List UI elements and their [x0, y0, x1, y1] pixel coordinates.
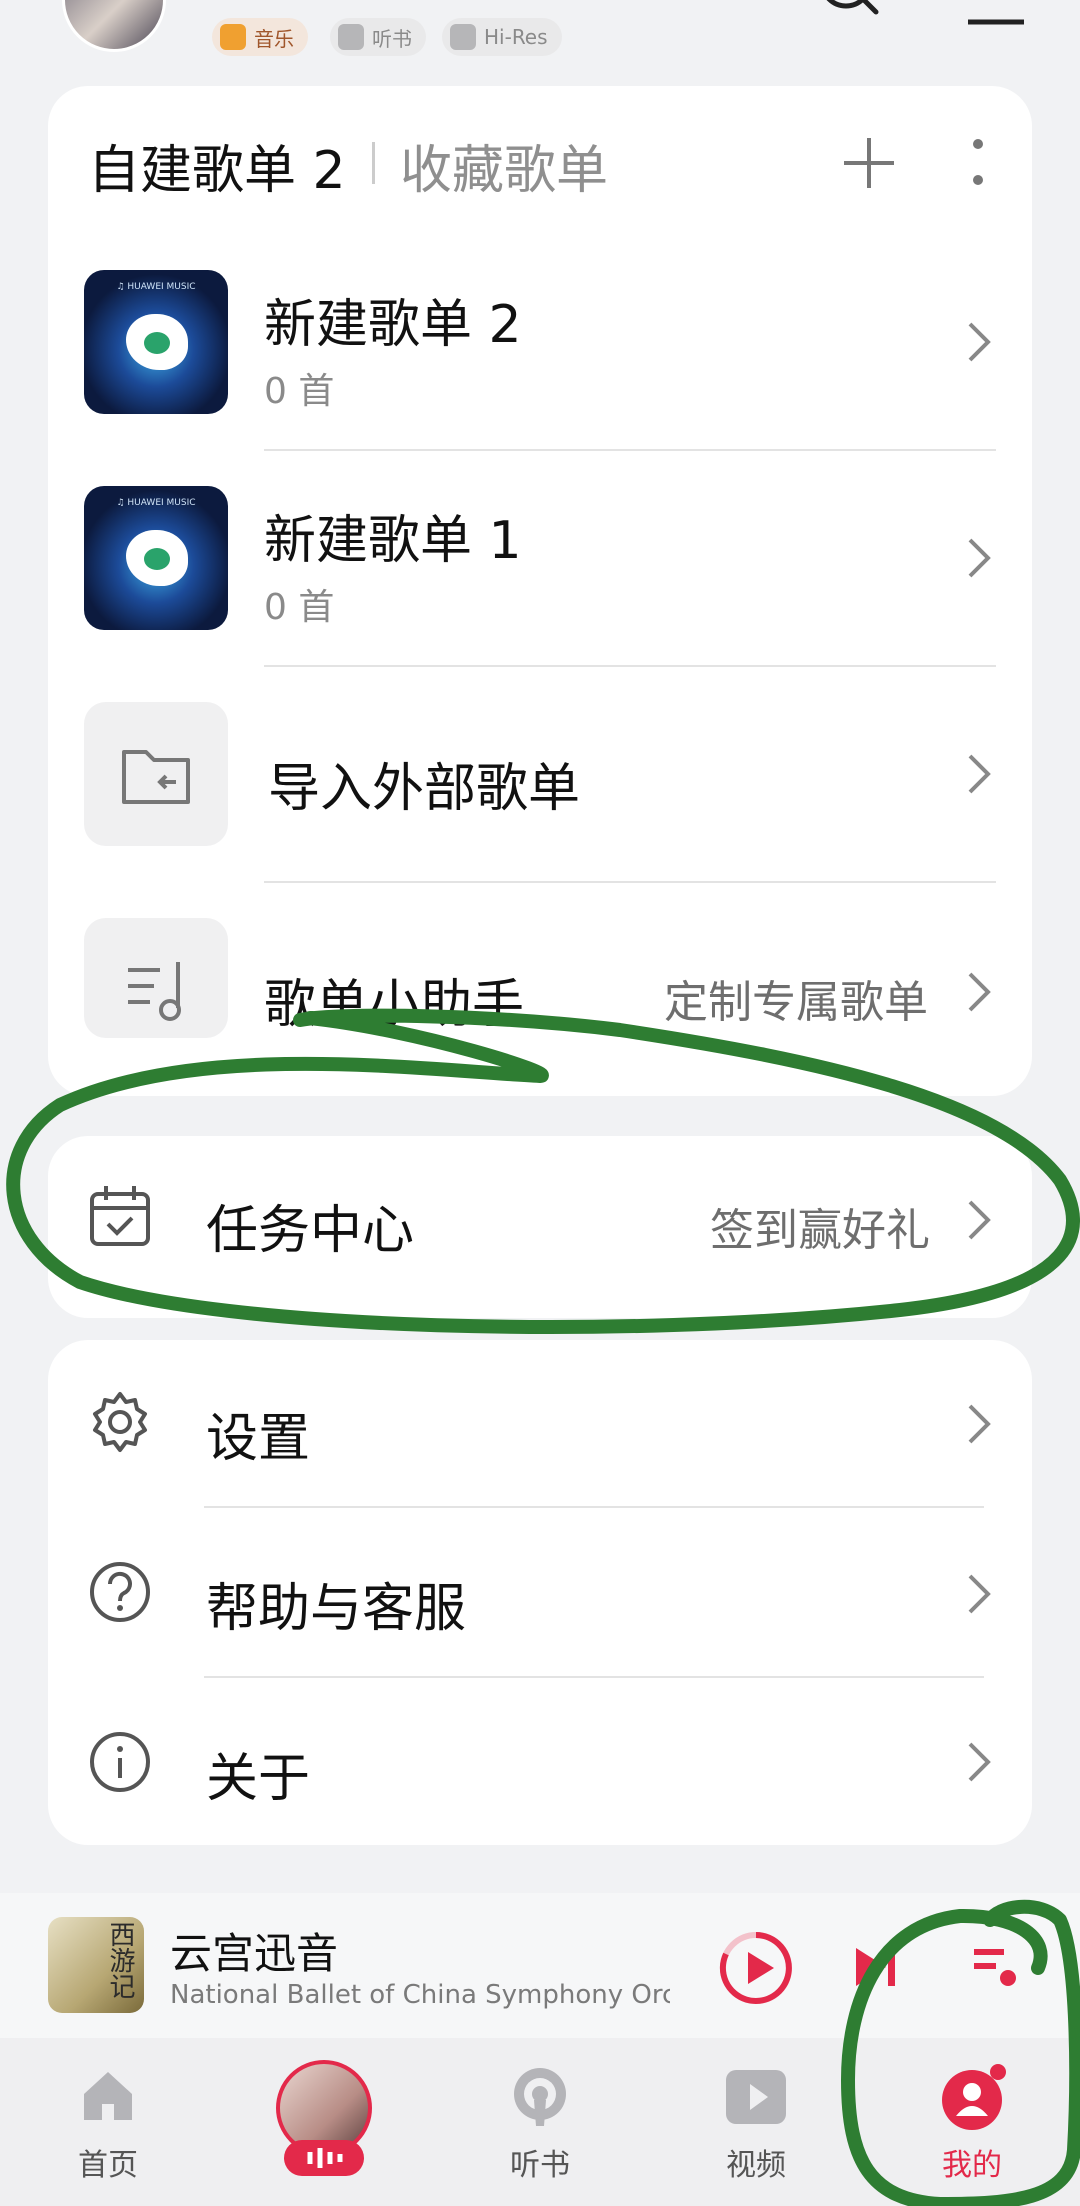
video-icon[interactable]	[724, 2068, 788, 2126]
tab-created-playlists[interactable]: 自建歌单 2	[88, 128, 346, 203]
hires-icon	[450, 24, 476, 50]
chevron-right-icon	[968, 972, 991, 1012]
song-artist: National Ballet of China Symphony Orc ··…	[170, 1980, 670, 2010]
folder-import-icon	[122, 750, 190, 804]
settings-row[interactable]	[48, 1340, 1032, 1508]
more-icon[interactable]	[966, 136, 990, 190]
divider	[264, 665, 996, 667]
vip-icon	[220, 24, 246, 50]
playlist-title: 新建歌单 2	[264, 295, 522, 355]
user-avatar[interactable]	[62, 0, 166, 52]
podcast-icon[interactable]	[508, 2066, 572, 2130]
settings-label: 设置	[206, 1409, 311, 1469]
audiobook-vip-badge[interactable]: 听书	[330, 18, 426, 56]
chevron-right-icon	[968, 1742, 991, 1782]
playlist-cover: ♫ HUAWEI MUSIC	[84, 486, 228, 630]
divider	[264, 881, 996, 883]
home-icon[interactable]	[78, 2066, 138, 2126]
chevron-right-icon	[968, 1404, 991, 1444]
song-title: 云宫迅音	[170, 1929, 339, 1978]
info-icon	[90, 1732, 150, 1792]
playlist-count: 0 首	[264, 587, 335, 628]
divider	[264, 449, 996, 451]
assistant-icon-box	[84, 918, 228, 1038]
tab-favorite-playlists[interactable]: 收藏歌单	[400, 128, 608, 203]
about-label: 关于	[206, 1749, 311, 1809]
playlist-count: 0 首	[264, 371, 335, 412]
about-row[interactable]	[48, 1678, 1032, 1846]
help-icon	[90, 1562, 150, 1622]
album-art: 西游记	[48, 1917, 144, 2013]
next-track-icon[interactable]	[852, 1944, 902, 1990]
playlist-queue-icon[interactable]	[970, 1944, 1020, 1990]
profile-icon[interactable]	[940, 2062, 1010, 2132]
headphone-icon	[338, 24, 364, 50]
help-row[interactable]	[48, 1508, 1032, 1676]
help-label: 帮助与客服	[206, 1579, 467, 1639]
menu-icon[interactable]	[964, 0, 1028, 32]
task-center-label: 任务中心	[206, 1201, 415, 1261]
gear-icon	[93, 1392, 147, 1452]
sound-wave-icon	[284, 2140, 364, 2176]
playlist-title: 新建歌单 1	[264, 511, 522, 571]
chevron-right-icon	[968, 322, 991, 362]
chevron-right-icon	[968, 1574, 991, 1614]
playlist-cover: ♫ HUAWEI MUSIC	[84, 270, 228, 414]
import-icon-box	[84, 702, 228, 846]
search-icon[interactable]	[812, 0, 882, 32]
play-button[interactable]	[716, 1928, 796, 2008]
chevron-right-icon	[968, 754, 991, 794]
music-vip-badge[interactable]: 音乐	[212, 18, 308, 56]
calendar-check-icon	[90, 1186, 150, 1246]
nav-label-video[interactable]: 视频	[696, 2140, 816, 2184]
playlist-assistant-hint: 定制专属歌单	[664, 977, 928, 1028]
import-playlist-label: 导入外部歌单	[268, 759, 581, 819]
hires-badge[interactable]: Hi-Res	[442, 18, 562, 56]
chevron-right-icon	[968, 1200, 991, 1240]
nav-label-home[interactable]: 首页	[48, 2140, 168, 2184]
chevron-right-icon	[968, 538, 991, 578]
add-icon[interactable]	[842, 136, 896, 190]
nav-label-profile[interactable]: 我的	[912, 2140, 1032, 2184]
music-list-icon	[128, 962, 181, 1021]
nav-label-audiobook[interactable]: 听书	[480, 2140, 600, 2184]
mini-player[interactable]	[0, 1893, 1080, 2038]
playlist-assistant-label: 歌单小助手	[264, 975, 525, 1035]
tab-divider	[372, 142, 375, 184]
task-center-hint: 签到赢好礼	[710, 1205, 930, 1256]
